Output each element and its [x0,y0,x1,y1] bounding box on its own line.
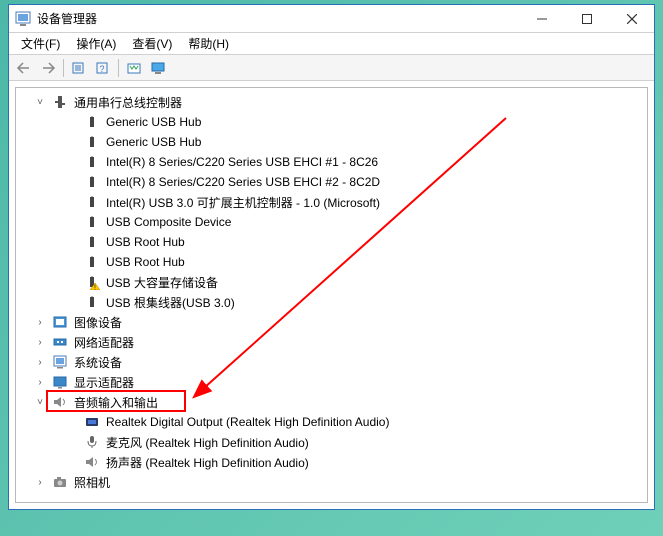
tree-item-usb[interactable]: USB Root Hub [16,252,647,272]
tree-label: 网络适配器 [74,334,134,351]
chevron-right-icon[interactable]: › [34,337,46,348]
tree-category-network[interactable]: › 网络适配器 [16,332,647,352]
tree-item-audio-digital[interactable]: Realtek Digital Output (Realtek High Def… [16,412,647,432]
tree-item-audio-mic[interactable]: 麦克风 (Realtek High Definition Audio) [16,432,647,452]
tree-label: USB Composite Device [106,215,231,229]
toolbar-back-button[interactable] [13,57,35,79]
maximize-button[interactable] [564,5,609,33]
tree-label: USB 大容量存储设备 [106,274,218,291]
tree-label: 图像设备 [74,314,122,331]
toolbar-scan-button[interactable] [123,57,145,79]
network-adapter-icon [52,334,68,350]
svg-text:?: ? [99,64,104,74]
tree-category-display[interactable]: › 显示适配器 [16,372,647,392]
tree-item-usb[interactable]: USB 根集线器(USB 3.0) [16,292,647,312]
digital-output-icon [84,414,100,430]
chevron-right-icon[interactable]: › [34,317,46,328]
tree-item-usb[interactable]: Intel(R) 8 Series/C220 Series USB EHCI #… [16,172,647,192]
usb-device-icon [84,154,100,170]
tree-label: 音频输入和输出 [74,394,158,411]
toolbar-computer-button[interactable] [147,57,169,79]
tree-label: Realtek Digital Output (Realtek High Def… [106,415,389,429]
tree-label: USB Root Hub [106,255,185,269]
toolbar-properties-button[interactable] [68,57,90,79]
usb-device-icon [84,194,100,210]
menu-help[interactable]: 帮助(H) [180,33,237,54]
tree-label: 系统设备 [74,354,122,371]
tree-label: 通用串行总线控制器 [74,94,182,111]
window-title: 设备管理器 [37,10,519,27]
chevron-right-icon[interactable]: › [34,477,46,488]
usb-device-icon [84,134,100,150]
toolbar: ? [9,55,654,81]
tree-label: 显示适配器 [74,374,134,391]
tree-item-usb[interactable]: Intel(R) 8 Series/C220 Series USB EHCI #… [16,152,647,172]
menu-file[interactable]: 文件(F) [13,33,68,54]
usb-device-icon [84,294,100,310]
toolbar-separator [63,59,64,77]
tree-label: Generic USB Hub [106,115,201,129]
tree-category-camera[interactable]: › 照相机 [16,472,647,492]
tree-label: Intel(R) USB 3.0 可扩展主机控制器 - 1.0 (Microso… [106,194,380,211]
tree-label: USB Root Hub [106,235,185,249]
tree-item-usb-warning[interactable]: ! USB 大容量存储设备 [16,272,647,292]
tree-label: 麦克风 (Realtek High Definition Audio) [106,434,309,451]
tree-item-usb[interactable]: Generic USB Hub [16,112,647,132]
app-icon [15,11,31,27]
camera-icon [52,474,68,490]
usb-controller-icon [52,94,68,110]
tree-label: 扬声器 (Realtek High Definition Audio) [106,454,309,471]
toolbar-help-button[interactable]: ? [92,57,114,79]
speaker-icon [52,394,68,410]
toolbar-forward-button[interactable] [37,57,59,79]
tree-category-system[interactable]: › 系统设备 [16,352,647,372]
minimize-button[interactable] [519,5,564,33]
display-adapter-icon [52,374,68,390]
toolbar-separator [118,59,119,77]
usb-device-icon [84,174,100,190]
microphone-icon [84,434,100,450]
tree-label: Generic USB Hub [106,135,201,149]
usb-device-icon [84,234,100,250]
device-manager-window: 设备管理器 文件(F) 操作(A) 查看(V) 帮助(H) [8,4,655,510]
usb-device-icon [84,114,100,130]
system-device-icon [52,354,68,370]
tree-item-usb[interactable]: USB Composite Device [16,212,647,232]
window-controls [519,5,654,33]
menu-action[interactable]: 操作(A) [68,33,124,54]
tree-category-audio[interactable]: ˅ 音频输入和输出 [16,392,647,412]
menu-view[interactable]: 查看(V) [124,33,180,54]
usb-device-icon [84,254,100,270]
tree-label: USB 根集线器(USB 3.0) [106,294,235,311]
menubar: 文件(F) 操作(A) 查看(V) 帮助(H) [9,33,654,55]
tree-category-usb[interactable]: ˅ 通用串行总线控制器 [16,92,647,112]
chevron-right-icon[interactable]: › [34,377,46,388]
tree-item-usb[interactable]: USB Root Hub [16,232,647,252]
svg-text:!: ! [94,285,96,291]
tree-label: 照相机 [74,474,110,491]
tree-label: Intel(R) 8 Series/C220 Series USB EHCI #… [106,175,380,189]
chevron-down-icon[interactable]: ˅ [34,97,46,108]
speaker-icon [84,454,100,470]
usb-device-warning-icon: ! [84,274,100,290]
image-device-icon [52,314,68,330]
tree-label: Intel(R) 8 Series/C220 Series USB EHCI #… [106,155,378,169]
chevron-down-icon[interactable]: ˅ [34,397,46,408]
tree-category-image[interactable]: › 图像设备 [16,312,647,332]
tree-item-usb[interactable]: Generic USB Hub [16,132,647,152]
tree-item-audio-speaker[interactable]: 扬声器 (Realtek High Definition Audio) [16,452,647,472]
device-tree[interactable]: ˅ 通用串行总线控制器 Generic USB Hub Generic USB … [15,87,648,503]
close-button[interactable] [609,5,654,33]
titlebar: 设备管理器 [9,5,654,33]
tree-item-usb[interactable]: Intel(R) USB 3.0 可扩展主机控制器 - 1.0 (Microso… [16,192,647,212]
usb-device-icon [84,214,100,230]
chevron-right-icon[interactable]: › [34,357,46,368]
